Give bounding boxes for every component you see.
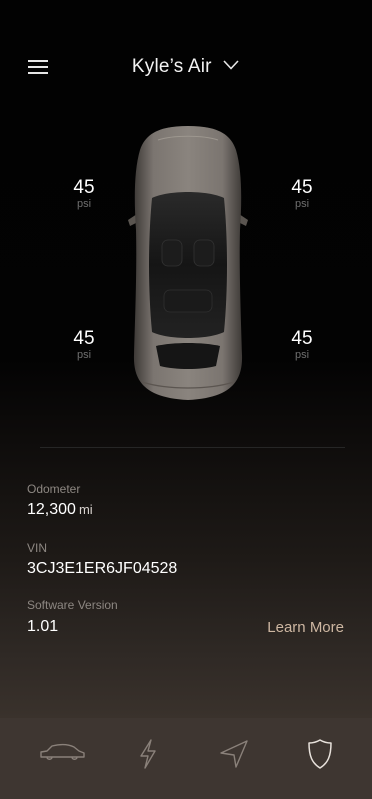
software-version-value: 1.01	[27, 618, 59, 635]
vin-value: 3CJ3E1ER6JF04528	[27, 560, 178, 577]
tire-rear-left: 45 psi	[54, 328, 114, 362]
odometer-unit: mi	[78, 502, 93, 517]
car-icon	[38, 742, 86, 771]
tire-rear-right: 45 psi	[272, 328, 332, 362]
lightning-icon	[137, 738, 159, 775]
vehicle-name: Kyle’s Air	[131, 56, 212, 77]
tire-front-left: 45 psi	[54, 177, 114, 211]
odometer-label: Odometer	[27, 482, 81, 496]
vehicle-screen: Kyle’s Air 45 psi 45 psi 45 psi 45 psi O…	[0, 0, 372, 799]
tire-front-right: 45 psi	[272, 177, 332, 211]
vin-label: VIN	[27, 541, 48, 555]
tab-navigation[interactable]	[204, 731, 264, 781]
bottom-tab-bar	[0, 718, 372, 799]
learn-more-link[interactable]: Learn More	[267, 619, 344, 636]
tire-pressure-value: 45	[291, 177, 313, 198]
tire-pressure-value: 45	[291, 328, 313, 349]
tire-pressure-unit: psi	[294, 198, 310, 210]
odometer-value: 12,300	[27, 501, 76, 518]
tire-pressure-unit: psi	[76, 349, 92, 361]
tire-pressure-unit: psi	[294, 349, 310, 361]
header: Kyle’s Air	[0, 0, 372, 140]
odometer-value-row: 12,300 mi	[27, 501, 93, 519]
navigation-arrow-icon	[218, 738, 250, 775]
chevron-down-icon	[222, 58, 240, 76]
divider	[40, 447, 345, 448]
tire-pressure-value: 45	[73, 328, 95, 349]
software-version-label: Software Version	[27, 598, 118, 612]
tire-pressure-value: 45	[73, 177, 95, 198]
car-top-view-image	[118, 120, 258, 405]
vehicle-selector[interactable]: Kyle’s Air	[0, 56, 372, 78]
tire-pressure-unit: psi	[76, 198, 92, 210]
tab-car[interactable]	[32, 731, 92, 781]
tab-charging[interactable]	[118, 731, 178, 781]
shield-icon	[307, 738, 333, 775]
tab-security[interactable]	[290, 731, 350, 781]
